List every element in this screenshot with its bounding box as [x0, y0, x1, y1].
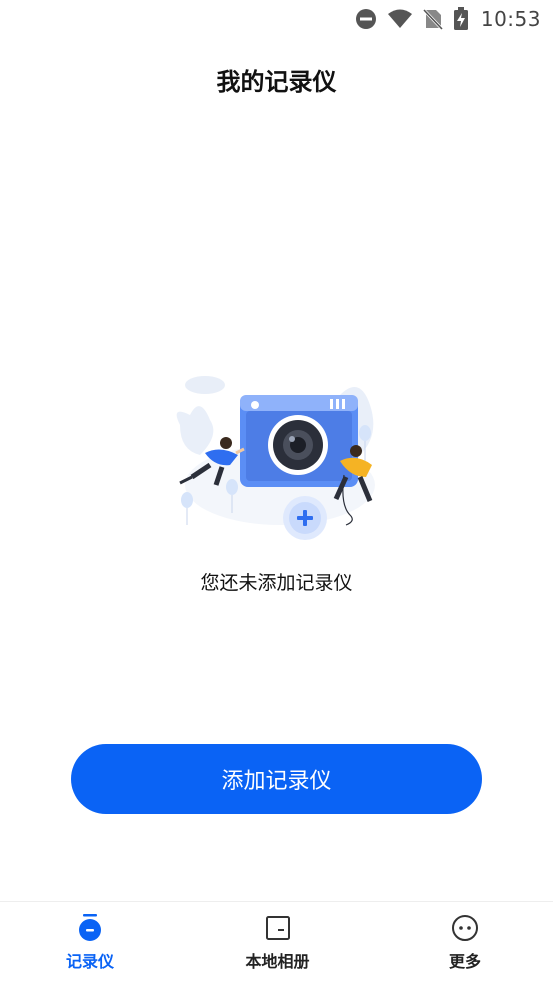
nav-item-more[interactable]: 更多	[405, 914, 525, 972]
nav-item-recorder[interactable]: 记录仪	[30, 913, 150, 972]
status-bar: 10:53	[0, 0, 553, 38]
add-recorder-button[interactable]: 添加记录仪	[71, 744, 482, 814]
recorder-icon	[76, 913, 104, 942]
app-screen: 10:53 我的记录仪 您还未添加记录仪 添加记录仪 记录仪 本地相册 更多	[0, 0, 553, 983]
album-icon	[264, 914, 292, 942]
do-not-disturb-icon	[355, 8, 377, 30]
wifi-icon	[387, 8, 413, 30]
page-title: 我的记录仪	[216, 68, 337, 96]
nav-label-more: 更多	[448, 951, 481, 971]
nav-item-album[interactable]: 本地相册	[218, 914, 338, 972]
nav-label-album: 本地相册	[245, 951, 310, 971]
bottom-nav: 记录仪 本地相册 更多	[0, 901, 553, 983]
battery-charging-icon	[453, 7, 469, 31]
empty-state-message: 您还未添加记录仪	[200, 572, 353, 594]
more-icon	[451, 914, 479, 942]
camera-add-illustration	[160, 365, 390, 550]
nav-label-recorder: 记录仪	[65, 951, 114, 971]
status-time: 10:53	[480, 7, 541, 31]
no-sim-icon	[422, 8, 443, 30]
